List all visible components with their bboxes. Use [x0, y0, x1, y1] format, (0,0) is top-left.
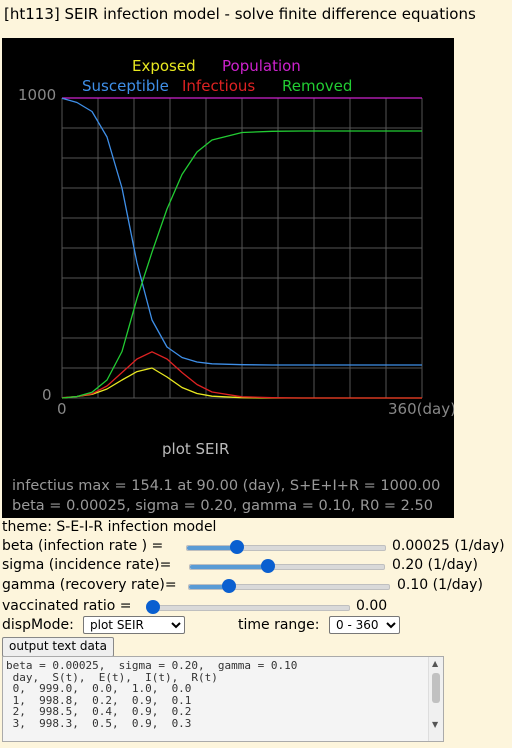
info-line-2: beta = 0.00025, sigma = 0.20, gamma = 0.…	[12, 498, 433, 514]
seir-chart-canvas: Exposed Population Susceptible Infectiou…	[2, 38, 454, 518]
x-tick-0: 0	[57, 400, 67, 418]
gamma-slider[interactable]	[188, 579, 390, 593]
beta-row: beta (infection rate ) = 0.00025 (1/day)	[2, 537, 512, 556]
gamma-slider-thumb[interactable]	[222, 579, 236, 593]
scroll-down-icon[interactable]: ▼	[432, 720, 438, 729]
beta-label: beta (infection rate ) =	[2, 538, 164, 554]
output-text-button[interactable]: output text data	[2, 637, 114, 657]
info-line-1: infectius max = 154.1 at 90.00 (day), S+…	[12, 478, 440, 494]
legend-population: Population	[222, 57, 301, 75]
y-tick-1000: 1000	[18, 86, 56, 104]
legend-susceptible: Susceptible	[82, 77, 169, 95]
sigma-value: 0.20 (1/day)	[392, 557, 478, 573]
sigma-slider-fill	[190, 565, 268, 569]
chart-caption: plot SEIR	[162, 440, 229, 458]
sigma-slider-thumb[interactable]	[260, 559, 275, 573]
dispmode-select[interactable]: plot SEIR	[83, 616, 185, 634]
legend-exposed: Exposed	[132, 57, 196, 75]
y-tick-0: 0	[42, 386, 52, 404]
output-textarea[interactable]: beta = 0.00025, sigma = 0.20, gamma = 0.…	[2, 656, 444, 742]
beta-slider[interactable]	[186, 540, 386, 554]
sigma-slider[interactable]	[189, 559, 385, 573]
output-scrollbar[interactable]: ▲ ▼	[428, 657, 443, 741]
vaccinated-value: 0.00	[356, 598, 388, 614]
display-row: dispMode: plot SEIR time range: 0 - 360	[2, 616, 512, 635]
scroll-up-icon[interactable]: ▲	[432, 659, 438, 668]
beta-value: 0.00025 (1/day)	[392, 538, 505, 554]
output-text: beta = 0.00025, sigma = 0.20, gamma = 0.…	[6, 659, 298, 730]
page-title: [ht113] SEIR infection model - solve fin…	[4, 5, 476, 23]
legend-infectious: Infectious	[182, 77, 255, 95]
vaccinated-label: vaccinated ratio =	[2, 598, 132, 614]
vaccinated-slider[interactable]	[146, 600, 350, 614]
dispmode-label: dispMode:	[2, 617, 74, 633]
theme-label: theme: S-E-I-R infection model	[2, 519, 217, 535]
x-tick-360: 360(day)	[388, 400, 454, 418]
legend-removed: Removed	[282, 77, 352, 95]
vaccinated-slider-thumb[interactable]	[146, 600, 160, 614]
scroll-thumb[interactable]	[432, 673, 440, 703]
gamma-label: gamma (recovery rate)=	[2, 577, 177, 593]
seir-chart: Exposed Population Susceptible Infectiou…	[12, 57, 454, 514]
timerange-label: time range:	[238, 617, 320, 633]
sigma-label: sigma (incidence rate)=	[2, 557, 172, 573]
gamma-value: 0.10 (1/day)	[397, 577, 483, 593]
beta-slider-thumb[interactable]	[229, 540, 244, 554]
timerange-select[interactable]: 0 - 360	[329, 616, 400, 634]
